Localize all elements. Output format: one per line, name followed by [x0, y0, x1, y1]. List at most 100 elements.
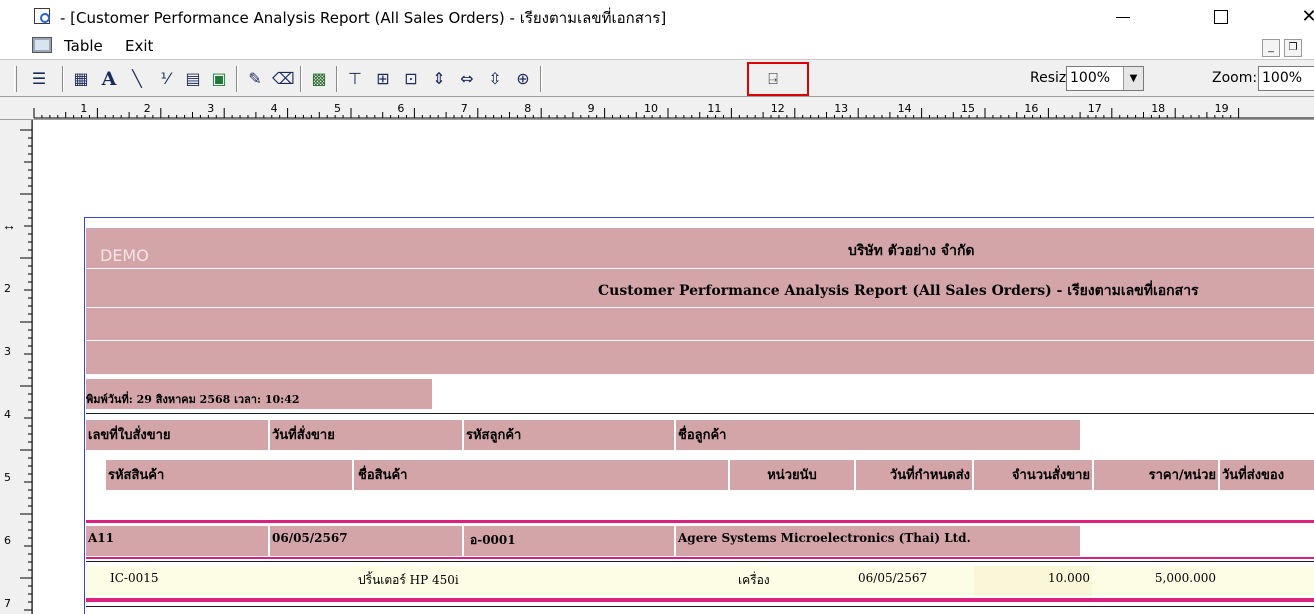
ruler-number: 13 — [834, 102, 848, 115]
report-preview-icon — [34, 8, 50, 24]
ruler-number: 6 — [397, 102, 404, 115]
vruler-number: 5 — [4, 471, 11, 484]
item-unit: เครื่อง — [736, 566, 852, 596]
close-button[interactable]: ✕ — [1286, 4, 1314, 28]
resize-select[interactable]: 100% ▼ — [1066, 66, 1144, 91]
header-band — [86, 228, 1314, 268]
ruler-number: 5 — [334, 102, 341, 115]
grid-icon[interactable]: ▦ — [70, 68, 92, 90]
toolbar-separator — [236, 66, 238, 92]
menu-exit[interactable]: Exit — [125, 37, 153, 55]
header-quantity: จำนวนสั่งขาย — [974, 460, 1092, 490]
header-unit: หน่วยนับ — [730, 460, 854, 490]
ruler-number: 11 — [707, 102, 721, 115]
blank-band — [86, 308, 1314, 340]
group-icon[interactable]: ⊡ — [400, 68, 422, 90]
ruler-number: 16 — [1024, 102, 1038, 115]
item-code: IC-0015 — [108, 566, 288, 596]
vruler-number: 2 — [4, 282, 11, 295]
mdi-restore-button[interactable]: ❐ — [1284, 39, 1302, 57]
field-icon[interactable]: ▤ — [182, 68, 204, 90]
vertical-ruler: 2 3 4 5 6 7 ↔ — [0, 120, 33, 614]
separator-line — [86, 413, 1314, 414]
window-title: - [Customer Performance Analysis Report … — [60, 9, 667, 27]
chevron-down-icon[interactable]: ▼ — [1123, 67, 1143, 90]
text-icon[interactable]: A — [98, 68, 120, 90]
document-window-icon[interactable] — [32, 37, 52, 53]
item-name: ปริ้นเตอร์ HP 450i — [356, 566, 726, 596]
watermark: DEMO — [100, 246, 149, 265]
toolbar-separator — [300, 66, 302, 92]
header-item-name: ชื่อสินค้า — [354, 460, 728, 490]
ruler-number: 3 — [207, 102, 214, 115]
minimize-button[interactable] — [1100, 4, 1146, 28]
header-doc-date: วันที่สั่งขาย — [270, 420, 462, 450]
vruler-number: 4 — [4, 408, 11, 421]
width-icon[interactable]: ⇔ — [456, 68, 478, 90]
header-customer-name: ชื่อลูกค้า — [676, 420, 1080, 450]
zoom-label: Zoom: — [1212, 70, 1258, 86]
vruler-number: 3 — [4, 345, 11, 358]
ruler-number: 8 — [524, 102, 531, 115]
item-price: 5,000.000 — [1094, 566, 1218, 596]
header-item-code: รหัสสินค้า — [106, 460, 352, 490]
ruler-number: 19 — [1215, 102, 1229, 115]
order-line — [86, 557, 1314, 559]
align-bottom-icon[interactable]: ⊞ — [372, 68, 394, 90]
toolbar-separator — [62, 66, 64, 92]
ruler-number: 10 — [644, 102, 658, 115]
exit-door-icon[interactable]: ⍈ — [762, 68, 784, 90]
ruler-number: 1 — [80, 102, 87, 115]
group-line — [86, 520, 1314, 523]
mdi-minimize-button[interactable]: _ — [1262, 39, 1280, 57]
image-icon[interactable]: ▣ — [208, 68, 230, 90]
order-customer-code: อ-0001 — [464, 526, 674, 556]
size-icon[interactable]: ⊕ — [512, 68, 534, 90]
ruler-number: 4 — [271, 102, 278, 115]
ruler-marker-icon: ↔ — [2, 217, 16, 233]
space-icon[interactable]: ⇕ — [428, 68, 450, 90]
toolbar-separator — [336, 66, 338, 92]
properties-icon[interactable]: ✎ — [244, 68, 266, 90]
zoom-input[interactable]: 100% — [1258, 66, 1314, 91]
report-canvas[interactable]: DEMO บริษัท ตัวอย่าง จำกัด Customer Perf… — [34, 120, 1314, 614]
ruler-number: 12 — [771, 102, 785, 115]
ruler-ticks: 1 2 3 4 5 6 7 8 9 10 11 12 13 14 15 16 17 18 19 — [33, 102, 1314, 119]
company-name: บริษัท ตัวอย่าง จำกัด — [848, 243, 975, 259]
ruler-number: 2 — [144, 102, 151, 115]
ruler-number: 14 — [898, 102, 912, 115]
ruler-number: 9 — [588, 102, 595, 115]
align-icon[interactable]: ☰ — [28, 68, 50, 90]
item-due-date: 06/05/2567 — [856, 566, 972, 596]
menu-bar: Table Exit _ ❐ — [0, 33, 1314, 59]
chart-icon[interactable]: ▩ — [308, 68, 330, 90]
toolbar-separator — [540, 66, 542, 92]
height-icon[interactable]: ⇳ — [484, 68, 506, 90]
ruler-number: 7 — [461, 102, 468, 115]
blank-band — [86, 341, 1314, 374]
item-line — [86, 598, 1314, 602]
ruler-number: 18 — [1151, 102, 1165, 115]
toolbar-grip[interactable] — [14, 66, 17, 92]
vruler-number: 7 — [4, 597, 11, 610]
item-underline — [86, 606, 1314, 607]
vruler-ticks: 2 3 4 5 6 7 ↔ — [2, 120, 33, 614]
order-doc-date: 06/05/2567 — [270, 526, 462, 556]
item-quantity: 10.000 — [974, 566, 1092, 596]
print-info: พิมพ์วันที่: 29 สิงหาคม 2568 เวลา: 10:42 — [86, 393, 300, 406]
toolbar: ☰ ▦ A ╲ ⅟ ▤ ▣ ✎ ⌫ ▩ ⊤ ⊞ ⊡ ⇕ ⇔ ⇳ ⊕ ⍈ Resi… — [0, 59, 1314, 97]
order-doc-no: A11 — [86, 526, 268, 556]
line-icon[interactable]: ╲ — [126, 68, 148, 90]
align-top-icon[interactable]: ⊤ — [344, 68, 366, 90]
formula-icon[interactable]: ⅟ — [154, 68, 176, 90]
vruler-number: 6 — [4, 534, 11, 547]
order-underline — [86, 561, 1314, 562]
maximize-button[interactable] — [1198, 4, 1244, 28]
zoom-value: 100% — [1262, 70, 1303, 86]
menu-table[interactable]: Table — [64, 37, 103, 55]
eraser-icon[interactable]: ⌫ — [272, 68, 295, 90]
horizontal-ruler: 1 2 3 4 5 6 7 8 9 10 11 12 13 14 15 16 17 18 19 — [0, 97, 1314, 120]
header-customer-code: รหัสลูกค้า — [464, 420, 674, 450]
ruler-number: 15 — [961, 102, 975, 115]
header-due-date: วันที่กำหนดส่ง — [856, 460, 972, 490]
